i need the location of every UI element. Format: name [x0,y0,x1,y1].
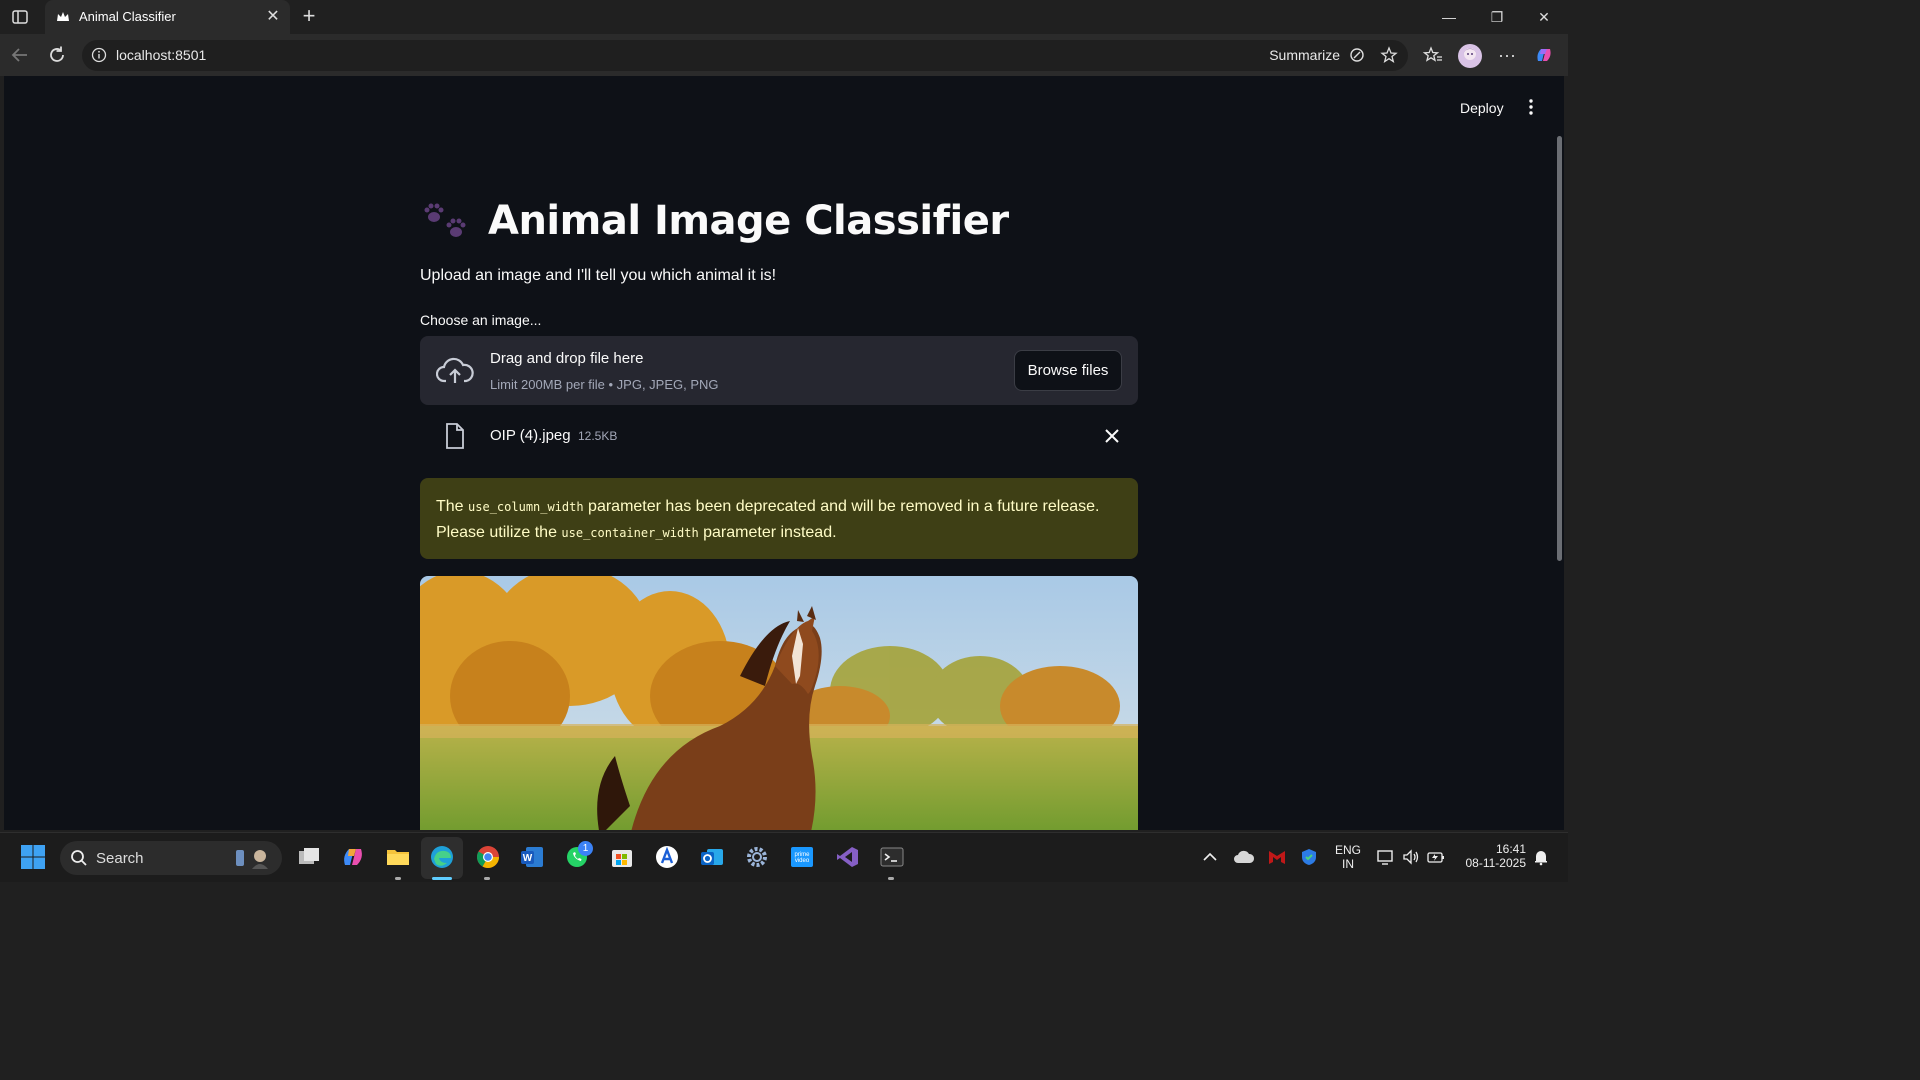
language-indicator[interactable]: ENG IN [1333,843,1363,871]
warning-text-3: parameter instead. [698,524,837,541]
page-subtitle: Upload an image and I'll tell you which … [420,267,777,284]
network-icon[interactable] [1376,847,1396,867]
page-scrollbar[interactable] [1554,76,1564,830]
reload-icon[interactable] [46,44,68,66]
tab-animal-classifier[interactable]: Animal Classifier ✕ [45,0,290,34]
file-explorer-icon[interactable] [385,844,411,870]
app-icon-a[interactable] [654,844,680,870]
microsoft-store-icon[interactable] [609,844,635,870]
security-shield-icon[interactable] [1299,847,1319,867]
more-options-icon[interactable]: ··· [1496,44,1518,66]
uploaded-file-row: OIP (4).jpeg 12.5KB [420,418,1138,458]
notifications-bell-icon[interactable] [1532,848,1550,866]
file-name: OIP (4).jpeg [490,427,571,444]
tab-close-icon[interactable]: ✕ [264,8,282,26]
volume-icon[interactable] [1401,847,1421,867]
address-bar-row: localhost:8501 Summarize ··· [0,34,1568,76]
tab-title: Animal Classifier [79,9,176,24]
file-size: 12.5KB [578,429,618,443]
battery-icon[interactable] [1426,847,1446,867]
copilot-app-icon[interactable] [340,844,366,870]
windows-taskbar: Search W 1 prime video ENG IN 16:41 08-1… [0,832,1568,882]
clock-time: 16:41 [1495,842,1526,856]
chevron-up-icon[interactable] [1200,847,1220,867]
uploaded-horse-image [420,576,1138,830]
windows-start-icon[interactable] [20,844,46,870]
whatsapp-badge: 1 [578,841,593,856]
chrome-icon[interactable] [475,844,501,870]
tab-bar: Animal Classifier ✕ + — ❐ ✕ [0,0,1568,34]
running-indicator [484,877,490,880]
new-tab-button[interactable]: + [298,5,320,27]
uploader-label: Choose an image... [420,312,542,328]
search-icon [71,850,87,866]
mcafee-icon[interactable] [1267,847,1287,867]
avatar-icon [1463,48,1477,60]
browser-window: Animal Classifier ✕ + — ❐ ✕ localhost:85… [0,0,1568,882]
remove-file-icon[interactable] [1102,426,1122,446]
file-dropzone[interactable]: Drag and drop file here Limit 200MB per … [420,336,1138,405]
paw-prints-icon [424,203,466,237]
warning-code-2: use_container_width [561,526,699,540]
favorite-star-icon[interactable] [1380,46,1398,64]
running-indicator [888,877,894,880]
dropzone-limit-text: Limit 200MB per file • JPG, JPEG, PNG [490,377,719,392]
restore-button[interactable]: ❐ [1486,6,1508,28]
file-icon [446,423,464,449]
copilot-icon[interactable] [1533,44,1555,66]
site-info-icon[interactable] [91,47,107,63]
sidebar-toggle-icon[interactable] [10,7,30,27]
streamlit-crown-icon [57,12,69,21]
onedrive-cloud-icon[interactable] [1233,847,1255,867]
svg-text:W: W [523,853,533,864]
outlook-icon[interactable] [699,844,725,870]
language-line-1: ENG [1334,843,1361,857]
edge-icon[interactable] [429,844,455,870]
deploy-button[interactable]: Deploy [1454,98,1510,118]
browse-files-button[interactable]: Browse files [1014,350,1122,391]
main-menu-icon[interactable] [1524,98,1538,116]
copilot-summarize-icon[interactable] [1348,46,1366,64]
running-indicator [395,877,401,880]
taskbar-search[interactable]: Search [60,841,282,875]
cloud-upload-icon [436,357,474,383]
active-indicator [432,877,452,880]
svg-text:video: video [795,858,810,864]
minimize-button[interactable]: — [1438,6,1460,28]
close-window-button[interactable]: ✕ [1533,6,1555,28]
search-highlight-icon [232,847,272,869]
task-view-icon[interactable] [296,844,322,870]
terminal-icon[interactable] [879,844,905,870]
warning-code-1: use_column_width [468,500,584,514]
settings-gear-icon[interactable] [744,844,770,870]
word-icon[interactable]: W [519,844,545,870]
page-title: Animal Image Classifier [488,198,1009,244]
favorites-icon[interactable] [1422,44,1444,66]
summarize-button[interactable]: Summarize [1269,47,1340,63]
visual-studio-icon[interactable] [834,844,860,870]
clock[interactable]: 16:41 08-11-2025 [1456,842,1527,870]
streamlit-page: Deploy Animal Image Classifier Upload an… [4,76,1564,830]
back-icon[interactable] [9,44,31,66]
profile-avatar[interactable] [1458,44,1482,68]
url-text: localhost:8501 [116,47,207,63]
language-line-2: IN [1342,857,1354,871]
prime-video-icon[interactable]: primevideo [789,844,815,870]
clock-date: 08-11-2025 [1465,856,1527,870]
horse-photo-illustration [420,576,1138,830]
dropzone-title: Drag and drop file here [490,350,644,367]
title-row: Animal Image Classifier [420,196,1009,246]
url-field[interactable]: localhost:8501 Summarize [82,40,1408,71]
warning-text-1: The [436,498,469,515]
deprecation-warning: The use_column_width parameter has been … [420,478,1138,559]
scrollbar-thumb[interactable] [1557,136,1562,561]
search-label: Search [96,850,144,867]
